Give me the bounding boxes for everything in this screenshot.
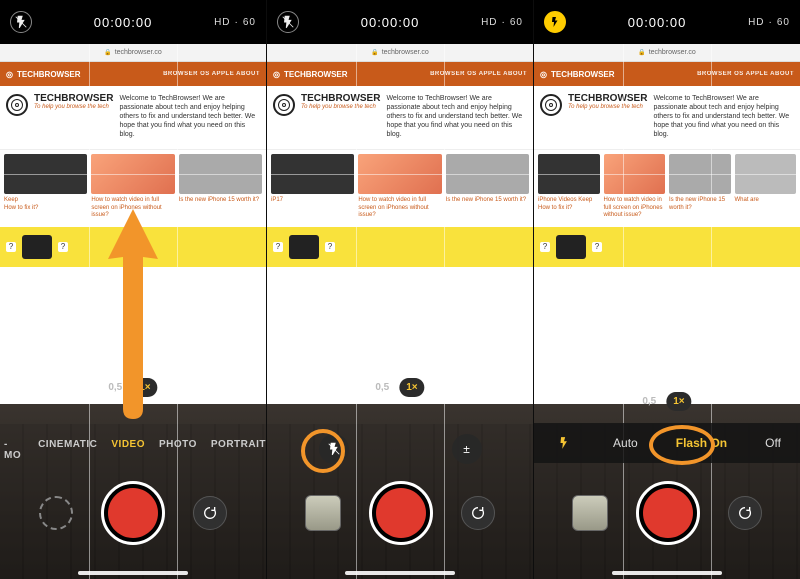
viewfinder-content: 🔒techbrowser.co ◎TECHBROWSER BROWSER OS … bbox=[534, 44, 800, 404]
site-logo-icon: ◎ bbox=[273, 70, 280, 79]
record-timer: 00:00:00 bbox=[628, 15, 687, 30]
lock-icon: 🔒 bbox=[371, 49, 378, 56]
home-indicator[interactable] bbox=[345, 571, 455, 575]
record-button[interactable] bbox=[101, 481, 165, 545]
last-photo-thumbnail[interactable] bbox=[305, 495, 341, 531]
viewfinder-content: 🔒techbrowser.co ◎TECHBROWSER BROWSER OS … bbox=[267, 44, 533, 404]
flash-option-off[interactable]: Off bbox=[765, 436, 781, 450]
home-indicator[interactable] bbox=[78, 571, 188, 575]
techbrowser-logo-icon bbox=[6, 94, 28, 116]
zoom-1x[interactable]: 1× bbox=[132, 378, 157, 397]
zoom-selector[interactable]: 0,5 1× bbox=[108, 378, 157, 397]
mode-selector[interactable]: -MO CINEMATIC VIDEO PHOTO PORTRAIT bbox=[0, 439, 266, 461]
flash-option-auto[interactable]: Auto bbox=[613, 436, 638, 450]
bolt-icon bbox=[553, 432, 575, 454]
lock-icon: 🔒 bbox=[104, 49, 111, 56]
flash-on-icon[interactable] bbox=[544, 11, 566, 33]
flash-options-menu: Auto Flash On Off bbox=[534, 423, 800, 463]
options-row: ± bbox=[267, 427, 533, 471]
flash-off-icon[interactable] bbox=[10, 11, 32, 33]
camera-panel-1: 00:00:00 HD·60 🔒techbrowser.co ◎TECHBROW… bbox=[0, 0, 266, 579]
format-indicator[interactable]: HD·60 bbox=[481, 17, 523, 28]
zoom-selector[interactable]: 0,5 1× bbox=[642, 392, 691, 411]
mode-photo[interactable]: PHOTO bbox=[159, 439, 197, 461]
safari-url-bar: 🔒techbrowser.co bbox=[0, 44, 266, 62]
last-photo-thumbnail[interactable] bbox=[572, 495, 608, 531]
record-button[interactable] bbox=[369, 481, 433, 545]
mode-slomo[interactable]: -MO bbox=[4, 439, 24, 461]
flip-camera-button[interactable] bbox=[461, 496, 495, 530]
flash-off-icon[interactable] bbox=[277, 11, 299, 33]
flash-option-on[interactable]: Flash On bbox=[676, 436, 727, 450]
record-timer: 00:00:00 bbox=[94, 15, 153, 30]
home-indicator[interactable] bbox=[612, 571, 722, 575]
format-indicator[interactable]: HD·60 bbox=[214, 17, 256, 28]
zoom-selector[interactable]: 0,5 1× bbox=[375, 378, 424, 397]
zoom-0.5[interactable]: 0,5 bbox=[108, 382, 122, 393]
effects-button[interactable] bbox=[39, 496, 73, 530]
flip-camera-button[interactable] bbox=[193, 496, 227, 530]
mode-video[interactable]: VIDEO bbox=[111, 439, 145, 461]
viewfinder-content: 🔒techbrowser.co ◎TECHBROWSER BROWSER OS … bbox=[0, 44, 266, 404]
camera-panel-2: 00:00:00 HD·60 🔒techbrowser.co ◎TECHBROW… bbox=[266, 0, 533, 579]
exposure-button[interactable]: ± bbox=[452, 434, 482, 464]
record-timer: 00:00:00 bbox=[361, 15, 420, 30]
site-logo-icon: ◎ bbox=[6, 70, 13, 79]
flip-camera-button[interactable] bbox=[728, 496, 762, 530]
flash-toggle-button[interactable] bbox=[319, 434, 349, 464]
site-logo-icon: ◎ bbox=[540, 70, 547, 79]
mode-portrait[interactable]: PORTRAIT bbox=[211, 439, 266, 461]
camera-panel-3: 00:00:00 HD·60 🔒techbrowser.co ◎TECHBROW… bbox=[533, 0, 800, 579]
format-indicator[interactable]: HD·60 bbox=[748, 17, 790, 28]
mode-cinematic[interactable]: CINEMATIC bbox=[38, 439, 97, 461]
record-button[interactable] bbox=[636, 481, 700, 545]
lock-icon: 🔒 bbox=[638, 49, 645, 56]
